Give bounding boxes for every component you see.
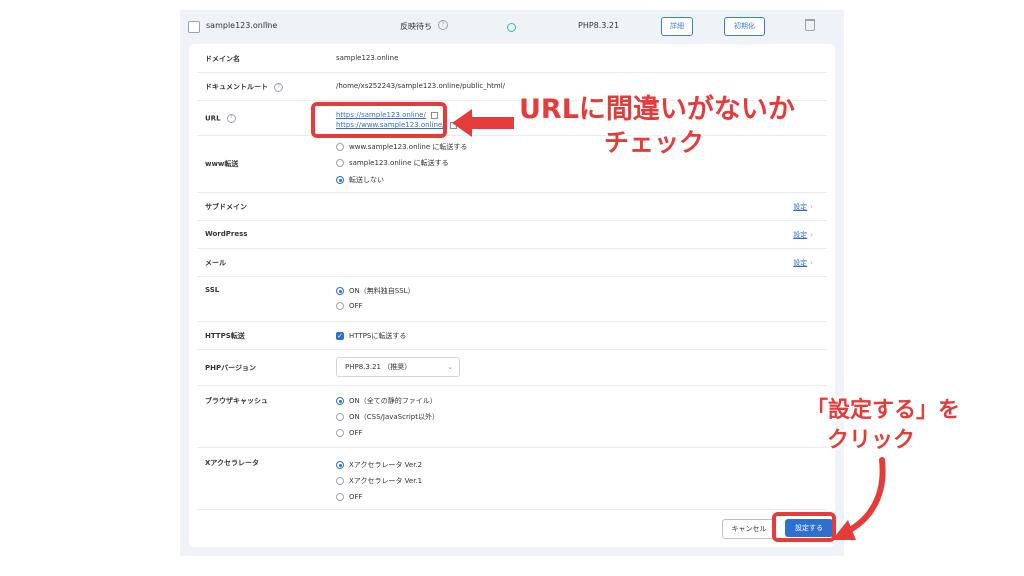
domain-header-row: sample123.online ✎ 反映待ち ? PHP8.3.21 詳細 初… xyxy=(180,10,844,44)
radio-icon[interactable] xyxy=(336,413,344,421)
pencil-icon[interactable]: ✎ xyxy=(264,20,271,29)
chevron-right-icon: › xyxy=(810,231,813,239)
annotation-save-line2: クリック xyxy=(827,428,916,453)
cache-option-2[interactable]: ON（CSS/JavaScript以外） xyxy=(336,412,439,422)
row-wordpress: WordPress 設定 › xyxy=(197,220,827,249)
left-arrow-icon xyxy=(452,109,514,137)
value-domain: sample123.online xyxy=(336,54,399,62)
label-https: HTTPS転送 xyxy=(205,332,245,340)
subdomain-setting-text: 設定 xyxy=(793,203,808,211)
radio-icon[interactable] xyxy=(336,493,344,501)
row-ssl: SSL ON（無料独自SSL） OFF xyxy=(197,276,827,322)
annotation-url-line1: URLに間違いがないか xyxy=(519,94,795,125)
status-circle-icon xyxy=(507,23,516,32)
save-highlight-box xyxy=(772,512,836,542)
row-checkbox[interactable] xyxy=(188,21,200,33)
url-highlight-box xyxy=(311,102,447,138)
value-docroot: /home/xs252243/sample123.online/public_h… xyxy=(336,82,506,90)
help-icon[interactable]: ? xyxy=(226,114,236,123)
row-www: www転送 www.sample123.online に転送する sample1… xyxy=(197,135,827,193)
label-url: URL? xyxy=(205,114,236,123)
radio-icon[interactable] xyxy=(336,429,344,437)
www-option-1-label: www.sample123.online に転送する xyxy=(349,143,468,151)
label-docroot: ドキュメントルート? xyxy=(205,82,283,92)
label-wordpress: WordPress xyxy=(205,230,248,238)
label-docroot-text: ドキュメントルート xyxy=(205,83,268,91)
checkbox-checked-icon[interactable]: ✓ xyxy=(336,332,344,340)
radio-selected-icon[interactable] xyxy=(336,176,344,184)
row-xacc: Xアクセラレータ Xアクセラレータ Ver.2 Xアクセラレータ Ver.1 O… xyxy=(197,447,827,510)
https-checkbox[interactable]: ✓ HTTPSに転送する xyxy=(336,331,406,341)
row-php: PHPバージョン PHP8.3.21 （推奨） ⌄ xyxy=(197,349,827,386)
trash-icon[interactable] xyxy=(805,19,815,31)
label-php: PHPバージョン xyxy=(205,364,256,372)
wordpress-setting-text: 設定 xyxy=(793,231,808,239)
cache-option-3-label: OFF xyxy=(349,429,363,437)
radio-icon[interactable] xyxy=(336,302,344,310)
www-option-1[interactable]: www.sample123.online に転送する xyxy=(336,142,467,152)
reset-button[interactable]: 初期化 xyxy=(724,17,765,36)
chevron-right-icon: › xyxy=(810,203,813,211)
mail-setting-link[interactable]: 設定 › xyxy=(793,258,813,268)
label-mail: メール xyxy=(205,259,226,267)
curved-arrow-icon xyxy=(832,457,886,540)
label-url-text: URL xyxy=(205,114,221,123)
www-option-2-label: sample123.online に転送する xyxy=(349,159,449,167)
cache-option-3[interactable]: OFF xyxy=(336,429,363,437)
help-icon[interactable]: ? xyxy=(438,20,448,30)
www-option-2[interactable]: sample123.online に転送する xyxy=(336,158,449,168)
radio-selected-icon[interactable] xyxy=(336,287,344,295)
radio-selected-icon[interactable] xyxy=(336,397,344,405)
label-www: www転送 xyxy=(205,160,239,168)
header-status: 反映待ち xyxy=(400,22,432,31)
annotation-save-line1: 「設定する」を xyxy=(806,398,961,423)
cache-option-1-label: ON（全ての静的ファイル） xyxy=(349,397,437,405)
ssl-option-off-label: OFF xyxy=(349,302,363,310)
detail-button[interactable]: 詳細 xyxy=(661,17,693,36)
radio-icon[interactable] xyxy=(336,477,344,485)
header-php: PHP8.3.21 xyxy=(578,21,620,30)
wordpress-setting-link[interactable]: 設定 › xyxy=(793,230,813,240)
row-https: HTTPS転送 ✓ HTTPSに転送する xyxy=(197,321,827,350)
xacc-option-2-label: Xアクセラレータ Ver.1 xyxy=(349,477,423,485)
xacc-option-1-label: Xアクセラレータ Ver.2 xyxy=(349,461,423,469)
row-cache: ブラウザキャッシュ ON（全ての静的ファイル） ON（CSS/JavaScrip… xyxy=(197,385,827,448)
ssl-option-on[interactable]: ON（無料独自SSL） xyxy=(336,286,415,296)
ssl-option-off[interactable]: OFF xyxy=(336,302,363,310)
row-subdomain: サブドメイン 設定 › xyxy=(197,192,827,221)
help-icon[interactable]: ? xyxy=(274,82,283,92)
radio-icon[interactable] xyxy=(336,143,344,151)
annotation-url-line2: チェック xyxy=(604,128,705,157)
www-option-3[interactable]: 転送しない xyxy=(336,175,384,185)
row-domain: ドメイン名 sample123.online xyxy=(197,44,827,73)
chevron-right-icon: › xyxy=(810,259,813,267)
www-option-3-label: 転送しない xyxy=(349,176,384,184)
https-checkbox-label: HTTPSに転送する xyxy=(349,332,407,340)
ssl-option-on-label: ON（無料独自SSL） xyxy=(349,287,415,295)
radio-icon[interactable] xyxy=(336,159,344,167)
label-subdomain: サブドメイン xyxy=(205,203,247,211)
xacc-option-1[interactable]: Xアクセラレータ Ver.2 xyxy=(336,460,422,470)
xacc-option-3[interactable]: OFF xyxy=(336,493,363,501)
label-domain: ドメイン名 xyxy=(205,55,240,63)
xacc-option-3-label: OFF xyxy=(349,493,363,501)
mail-setting-text: 設定 xyxy=(793,259,808,267)
chevron-down-icon: ⌄ xyxy=(447,363,453,371)
cache-option-1[interactable]: ON（全ての静的ファイル） xyxy=(336,396,437,406)
cache-option-2-label: ON（CSS/JavaScript以外） xyxy=(349,413,439,421)
xacc-option-2[interactable]: Xアクセラレータ Ver.1 xyxy=(336,476,422,486)
subdomain-setting-link[interactable]: 設定 › xyxy=(793,202,813,212)
label-xacc: Xアクセラレータ xyxy=(205,459,260,467)
label-cache: ブラウザキャッシュ xyxy=(205,397,268,405)
cancel-button[interactable]: キャンセル xyxy=(722,519,776,539)
radio-selected-icon[interactable] xyxy=(336,461,344,469)
php-version-value: PHP8.3.21 （推奨） xyxy=(345,363,412,371)
php-version-select[interactable]: PHP8.3.21 （推奨） ⌄ xyxy=(336,357,460,377)
label-ssl: SSL xyxy=(205,286,220,294)
row-mail: メール 設定 › xyxy=(197,248,827,277)
